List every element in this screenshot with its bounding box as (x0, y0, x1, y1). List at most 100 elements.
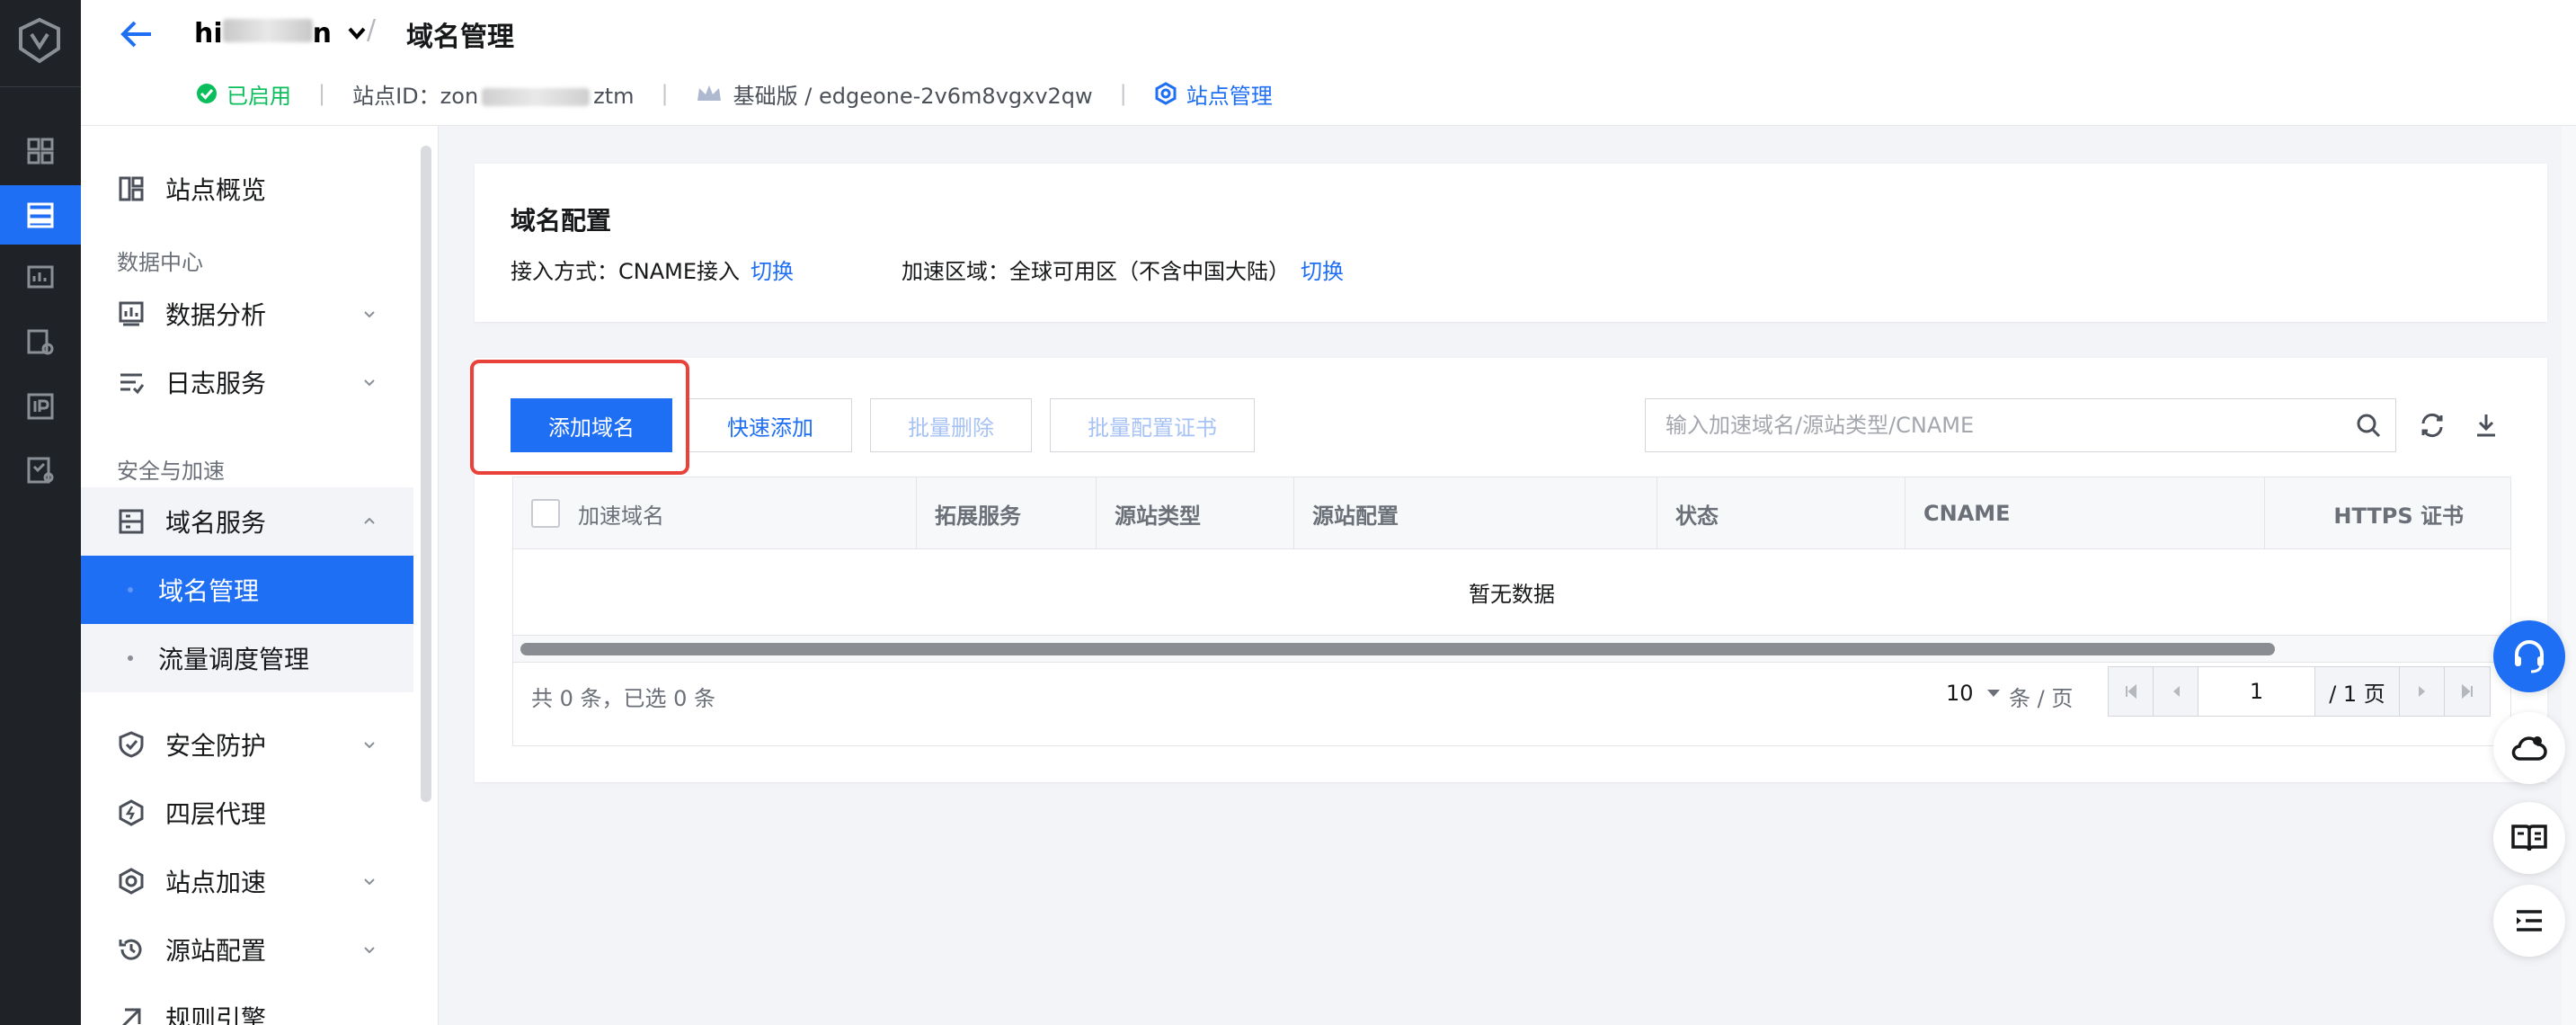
site-name-mask (222, 18, 313, 42)
column-label: 源站配置 (1312, 503, 1399, 529)
table-header-cell: 加速域名 (531, 477, 664, 549)
gear-hex-icon (117, 867, 146, 896)
meta-separator: | (318, 81, 326, 106)
site-management-text: 站点管理 (1186, 83, 1273, 109)
site-meta-bar: 已启用 | 站点ID：zon ztm | 基础版 / edgeone-2v6m8v… (196, 76, 1273, 111)
sidebar-item-label: 数据分析 (165, 300, 267, 330)
column-label: 源站类型 (1115, 503, 1201, 529)
rail-site-list-icon[interactable] (0, 185, 81, 245)
table-header-cell: CNAME (1905, 477, 2011, 549)
total-pages: / 1 页 (2315, 667, 2400, 716)
outline-list-icon[interactable] (2493, 885, 2565, 957)
documentation-book-icon[interactable] (2493, 802, 2565, 874)
rail-monitor-icon[interactable] (0, 249, 81, 308)
sidebar-item-domain-service[interactable]: 域名服务 (81, 487, 413, 556)
sidebar-item-rules-engine[interactable]: 规则引擎 (81, 984, 413, 1025)
download-icon[interactable] (2466, 406, 2506, 445)
batch-cert-button[interactable]: 批量配置证书 (1050, 398, 1255, 452)
empty-state: 暂无数据 (513, 549, 2510, 636)
site-id-mask (482, 87, 591, 106)
sidebar-item-label: 站点加速 (165, 868, 267, 897)
log-list-icon (117, 368, 146, 397)
site-sidebar: 站点概览 数据中心 数据分析 日志服务 安全与加速 域名服务 域名管理 流量调度… (81, 126, 439, 1025)
sidebar-item-label: 四层代理 (165, 799, 267, 829)
sidebar-item-label: 域名服务 (165, 508, 267, 538)
rail-dashboard-icon[interactable] (0, 121, 81, 181)
search-icon[interactable] (2341, 398, 2395, 452)
batch-delete-button[interactable]: 批量删除 (870, 398, 1032, 452)
table-header: 加速域名 拓展服务 源站类型 源站配置 状态 CNAME HTTPS 证书 (513, 477, 2510, 549)
selection-summary: 共 0 条，已选 0 条 (531, 686, 716, 711)
sidebar-scrollbar[interactable] (421, 146, 431, 802)
horizontal-scrollbar-thumb[interactable] (520, 643, 2275, 655)
column-label: 加速域名 (578, 503, 664, 529)
bullet-dot (128, 587, 133, 593)
domain-config-card: 域名配置 接入方式：CNAME接入 切换 加速区域：全球可用区（不含中国大陆） … (475, 164, 2547, 322)
refresh-icon[interactable] (2412, 406, 2452, 445)
site-management-link[interactable]: 站点管理 (1154, 78, 1273, 110)
domain-table: 加速域名 拓展服务 源站类型 源站配置 状态 CNAME HTTPS 证书 暂无… (512, 477, 2511, 746)
sidebar-item-label: 流量调度管理 (158, 645, 310, 674)
page-size-select[interactable]: 10 (1946, 675, 2001, 711)
chart-icon (117, 299, 146, 328)
page-number-input[interactable] (2198, 667, 2315, 716)
nav-group-data-center: 数据中心 (117, 250, 203, 275)
rail-divider (0, 86, 81, 87)
sidebar-item-label: 安全防护 (165, 731, 267, 761)
sidebar-item-overview[interactable]: 站点概览 (81, 155, 413, 223)
overview-icon (117, 174, 146, 203)
sidebar-subitem-traffic-scheduling[interactable]: 流量调度管理 (81, 624, 413, 692)
domain-service-icon (117, 507, 146, 536)
table-header-cell: HTTPS 证书 (2264, 477, 2510, 549)
table-header-cell: 状态 (1657, 477, 1719, 549)
site-switcher[interactable]: hi n (194, 13, 366, 54)
rail-ip-icon[interactable] (0, 377, 81, 436)
sidebar-item-origin-config[interactable]: 源站配置 (81, 915, 413, 984)
sidebar-item-label: 站点概览 (165, 175, 267, 205)
page-scrollbar[interactable] (2562, 126, 2576, 1025)
search-box[interactable] (1645, 398, 2396, 452)
quick-add-button[interactable]: 快速添加 (688, 398, 852, 452)
site-name-head: hi (194, 17, 223, 49)
sidebar-item-label: 源站配置 (165, 936, 267, 966)
switch-access-link[interactable]: 切换 (751, 254, 794, 285)
product-rail (0, 0, 81, 1025)
cloud-chat-icon[interactable] (2493, 712, 2565, 784)
site-name-tail: n (312, 17, 332, 49)
site-id-label: 站点ID： (352, 83, 440, 109)
plan-text: 基础版 / edgeone-2v6m8vgxv2qw (733, 83, 1093, 109)
switch-region-link[interactable]: 切换 (1301, 254, 1344, 285)
page-size-value: 10 (1946, 681, 1974, 706)
check-circle-icon (197, 84, 217, 103)
search-input[interactable] (1646, 399, 2341, 451)
history-icon (117, 935, 146, 964)
sidebar-item-data-analysis[interactable]: 数据分析 (81, 280, 413, 348)
add-domain-button[interactable]: 添加域名 (511, 398, 672, 452)
rail-shield-list-icon[interactable] (0, 441, 81, 500)
sidebar-item-log-service[interactable]: 日志服务 (81, 348, 413, 416)
sidebar-subitem-domain-management[interactable]: 域名管理 (81, 556, 413, 624)
next-page-icon[interactable] (2400, 667, 2445, 716)
rail-certificate-icon[interactable] (0, 313, 81, 372)
sidebar-item-l4-proxy[interactable]: 四层代理 (81, 779, 413, 847)
chevron-down-icon (364, 947, 375, 954)
edgeone-logo-icon[interactable] (15, 16, 64, 65)
page-size-unit: 条 / 页 (2009, 686, 2074, 711)
table-header-cell: 拓展服务 (916, 477, 1021, 549)
breadcrumb-separator: / (367, 14, 377, 46)
accel-region-label: 加速区域：全球可用区（不含中国大陆） (902, 259, 1290, 284)
meta-separator: | (1119, 81, 1127, 106)
bullet-dot (128, 655, 133, 661)
page-header: hi n / 域名管理 已启用 | 站点ID：zon ztm | 基础版 / edg… (81, 0, 2576, 126)
sidebar-item-security[interactable]: 安全防护 (81, 710, 413, 779)
prev-page-icon[interactable] (2154, 667, 2198, 716)
customer-service-icon[interactable] (2493, 620, 2565, 692)
sidebar-item-site-acceleration[interactable]: 站点加速 (81, 847, 413, 915)
site-id-suffix: ztm (593, 83, 635, 109)
first-page-icon[interactable] (2109, 667, 2154, 716)
select-all-checkbox[interactable] (531, 499, 560, 528)
last-page-icon[interactable] (2445, 667, 2490, 716)
back-arrow-icon[interactable] (110, 14, 164, 54)
config-row: 接入方式：CNAME接入 切换 加速区域：全球可用区（不含中国大陆） 切换 (511, 254, 1344, 285)
status-badge: 已启用 (196, 78, 291, 110)
